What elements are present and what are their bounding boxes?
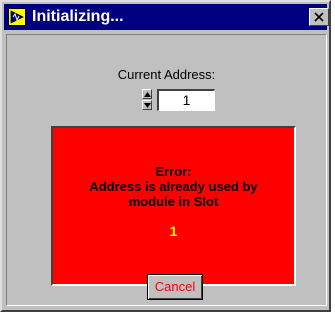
slot-number: 1 bbox=[169, 223, 178, 239]
app-icon bbox=[8, 8, 26, 26]
address-stepper[interactable] bbox=[142, 89, 152, 111]
close-icon bbox=[314, 12, 324, 22]
error-message-line: Address is already used by bbox=[89, 179, 258, 194]
error-message-box: Error: Address is already used by module… bbox=[51, 126, 296, 286]
error-title: Error: bbox=[155, 164, 192, 179]
title-bar[interactable]: Initializing... bbox=[4, 4, 329, 30]
content-panel: Current Address: 1 Error: Address is alr… bbox=[6, 34, 327, 306]
close-button[interactable] bbox=[309, 8, 329, 26]
window-title: Initializing... bbox=[32, 8, 124, 25]
cancel-button[interactable]: Cancel bbox=[147, 274, 203, 300]
current-address-input[interactable]: 1 bbox=[157, 89, 215, 111]
increment-button[interactable] bbox=[142, 89, 152, 99]
up-arrow-icon bbox=[144, 92, 151, 97]
error-message-line: module in Slot bbox=[128, 194, 219, 209]
down-arrow-icon bbox=[144, 103, 151, 108]
dialog-window: Initializing... Current Address: 1 Error… bbox=[0, 0, 331, 312]
current-address-label: Current Address: bbox=[117, 67, 216, 82]
decrement-button[interactable] bbox=[142, 100, 152, 110]
